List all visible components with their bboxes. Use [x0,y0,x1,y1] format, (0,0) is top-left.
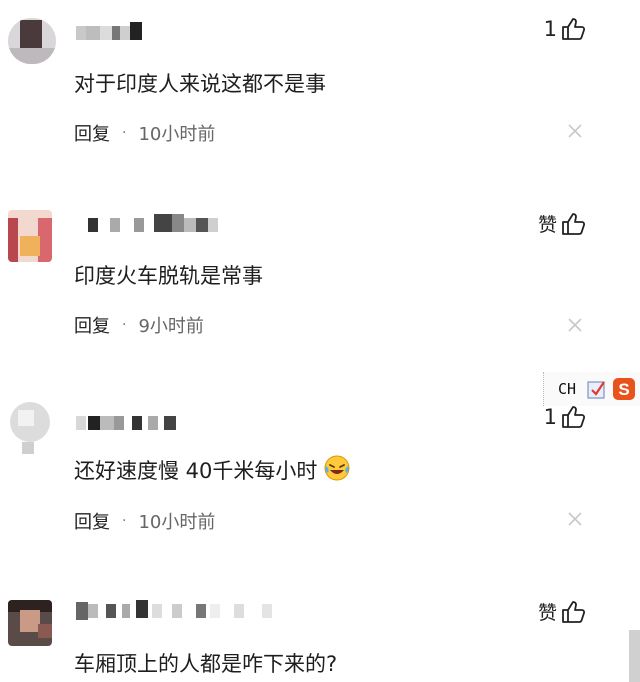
like-count: 1 [543,17,557,41]
like-label: 赞 [537,214,557,236]
thumbs-up-icon [562,600,586,623]
like-label: 赞 [537,602,557,624]
comment-meta: 回复 · 10小时前 [74,508,215,534]
comment-meta: 回复 · 9小时前 [74,312,204,338]
timestamp: 10小时前 [138,512,216,533]
reply-button[interactable]: 回复 [74,508,110,534]
close-icon[interactable] [566,122,584,140]
reply-button[interactable]: 回复 [74,312,110,338]
avatar[interactable] [8,18,56,64]
thumbs-up-icon [562,406,586,428]
comment-text: 对于印度人来说这都不是事 [74,72,326,96]
avatar[interactable] [8,600,52,646]
like-button[interactable]: 1 [544,16,586,42]
comment-meta: 回复 · 10小时前 [74,120,215,146]
like-button[interactable]: 赞 [538,210,586,237]
separator-dot: · [122,317,127,333]
separator-dot: · [122,125,127,141]
close-icon[interactable] [566,316,584,334]
reply-button[interactable]: 回复 [74,120,110,146]
thumbs-up-icon [562,212,586,235]
laughing-crying-emoji [324,455,350,481]
comment-item: 1 对于印度人来说这都不是事 回复 · 10小时前 [0,0,640,190]
avatar[interactable] [8,400,54,456]
comment-text: 印度火车脱轨是常事 [74,264,263,288]
comment-item: 1 还好速度慢 40千米每小时 回复 · 10小时前 [0,380,640,580]
comment-text: 还好速度慢 40千米每小时 [74,454,351,485]
scrollbar-thumb[interactable] [629,630,640,682]
timestamp: 10小时前 [138,124,216,145]
comment-text: 车厢顶上的人都是咋下来的? [74,652,338,676]
comment-text-content: 还好速度慢 40千米每小时 [74,459,318,483]
avatar[interactable] [8,210,52,262]
comment-item: 赞 车厢顶上的人都是咋下来的? [0,580,640,682]
separator-dot: · [122,513,127,529]
close-icon[interactable] [566,510,584,528]
like-button[interactable]: 赞 [538,598,586,625]
thumbs-up-icon [562,18,586,40]
comment-item: 赞 印度火车脱轨是常事 回复 · 9小时前 [0,190,640,380]
timestamp: 9小时前 [138,316,204,337]
like-count: 1 [543,405,557,429]
like-button[interactable]: 1 [544,404,586,430]
